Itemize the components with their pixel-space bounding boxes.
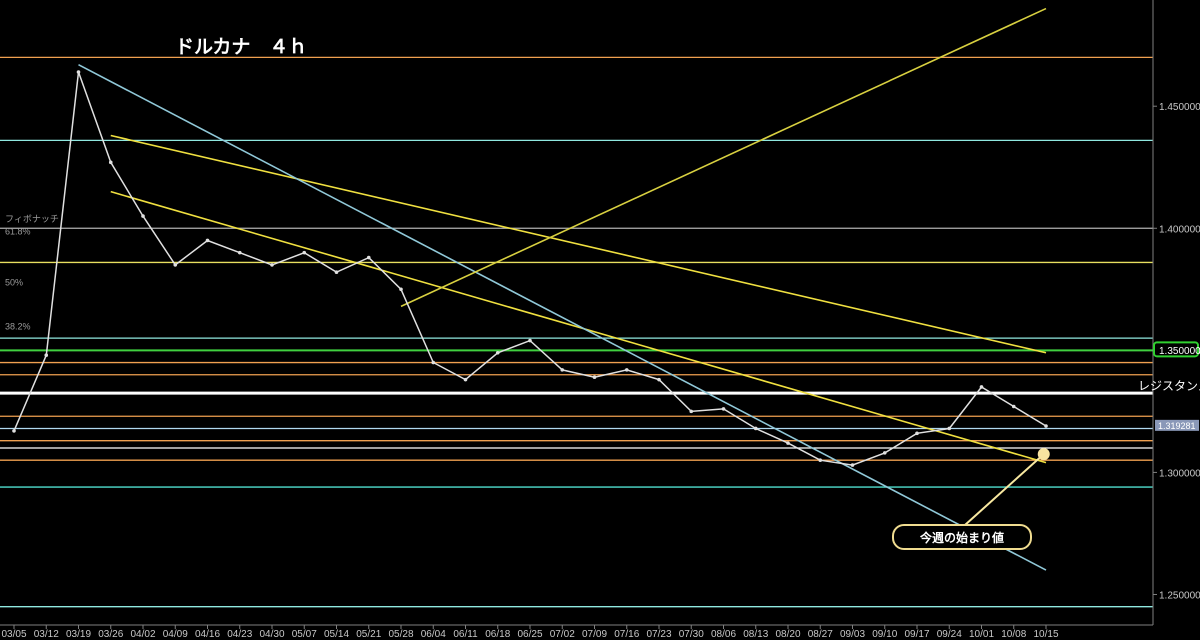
x-tick-label: 05/07	[292, 629, 317, 640]
x-tick-label: 04/16	[195, 629, 220, 640]
price-point-1	[44, 353, 49, 358]
price-point-26	[850, 463, 855, 467]
price-point-24	[786, 441, 790, 445]
x-tick-label: 03/19	[66, 629, 91, 640]
x-tick-label: 04/09	[163, 629, 188, 640]
x-tick-label: 07/30	[679, 629, 704, 640]
x-tick-label: 03/12	[34, 629, 59, 640]
x-tick-label: 06/11	[453, 629, 478, 640]
x-tick-label: 08/06	[711, 629, 736, 640]
price-point-9	[302, 250, 307, 255]
price-point-8	[270, 263, 274, 267]
x-tick-label: 07/09	[582, 629, 607, 640]
x-tick-label: 06/18	[485, 629, 510, 640]
y-tick-label: 1.300000	[1159, 468, 1200, 479]
price-point-30	[979, 385, 984, 389]
highlighted-level-label: 1.350000	[1159, 346, 1200, 357]
x-tick-label: 07/23	[646, 629, 671, 640]
price-point-13	[431, 360, 436, 365]
annotation-point	[1037, 448, 1050, 461]
x-tick-label: 10/15	[1033, 629, 1058, 640]
price-point-14	[463, 377, 468, 382]
annotation-label: 今週の始まり値	[919, 530, 1004, 545]
price-point-7	[237, 250, 242, 255]
y-tick-label: 1.450000	[1159, 102, 1200, 113]
price-point-18	[592, 375, 597, 379]
price-point-2	[76, 70, 81, 74]
x-tick-label: 05/21	[356, 629, 381, 640]
x-tick-label: 06/04	[421, 629, 446, 640]
price-point-28	[915, 431, 919, 436]
price-point-16	[528, 338, 532, 343]
x-tick-label: 10/08	[1001, 629, 1026, 640]
x-tick-label: 04/23	[227, 629, 252, 640]
chart-title: ドルカナ ４ｈ	[175, 36, 307, 58]
current-price-box: 1.319281	[1155, 419, 1199, 431]
price-point-19	[624, 368, 629, 372]
price-point-27	[882, 451, 887, 455]
x-tick-label: 09/03	[840, 629, 865, 640]
price-point-20	[657, 377, 661, 382]
x-tick-label: 06/25	[517, 629, 542, 640]
price-point-25	[818, 458, 823, 463]
y-tick-label: 1.250000	[1159, 590, 1200, 601]
x-tick-label: 03/05	[1, 629, 26, 640]
fib-label: 50%	[5, 278, 23, 288]
price-point-0	[12, 429, 16, 433]
x-tick-label: 04/02	[130, 629, 155, 640]
x-tick-label: 07/02	[550, 629, 575, 640]
price-point-22	[721, 407, 726, 411]
price-point-17	[560, 368, 565, 372]
x-tick-label: 04/30	[259, 629, 284, 640]
price-point-12	[399, 287, 403, 292]
highlighted-level-box: 1.350000	[1153, 341, 1200, 358]
price-point-31	[1011, 404, 1016, 409]
x-tick-label: 09/24	[937, 629, 962, 640]
fib-label: 38.2%	[5, 322, 31, 332]
x-tick-label: 09/10	[872, 629, 897, 640]
price-point-5	[173, 263, 178, 267]
price-point-15	[495, 350, 500, 355]
x-tick-label: 08/13	[743, 629, 768, 640]
x-tick-label: 07/16	[614, 629, 639, 640]
price-point-4	[141, 214, 145, 218]
x-axis-ticks: 03/05 03/12 03/19 03/26 04/02 04/09 04/16 04/23…	[1, 625, 1059, 640]
current-price-label: 1.319281	[1158, 421, 1196, 431]
x-tick-label: 05/28	[388, 629, 413, 640]
price-point-3	[108, 160, 113, 165]
price-point-23	[753, 426, 758, 431]
fib-label: フィボナッチ	[5, 214, 59, 224]
x-tick-label: 03/26	[98, 629, 123, 640]
x-tick-label: 05/14	[324, 629, 349, 640]
price-chart: 1.450000 1.400000 1.350000 1.300000 1.250000…	[0, 0, 1200, 640]
x-tick-label: 08/27	[808, 629, 833, 640]
price-point-32	[1044, 424, 1048, 428]
fib-label: 61.8%	[5, 226, 31, 236]
y-tick-label: 1.400000	[1159, 224, 1200, 235]
x-tick-label: 08/20	[775, 629, 800, 640]
price-point-6	[205, 238, 210, 243]
price-point-29	[947, 426, 952, 431]
x-tick-label: 09/17	[904, 629, 929, 640]
price-point-21	[689, 409, 694, 414]
price-point-11	[366, 255, 371, 260]
x-tick-label: 10/01	[969, 629, 994, 640]
price-point-10	[334, 270, 339, 275]
resistance-label: レジスタンス	[1138, 379, 1200, 393]
